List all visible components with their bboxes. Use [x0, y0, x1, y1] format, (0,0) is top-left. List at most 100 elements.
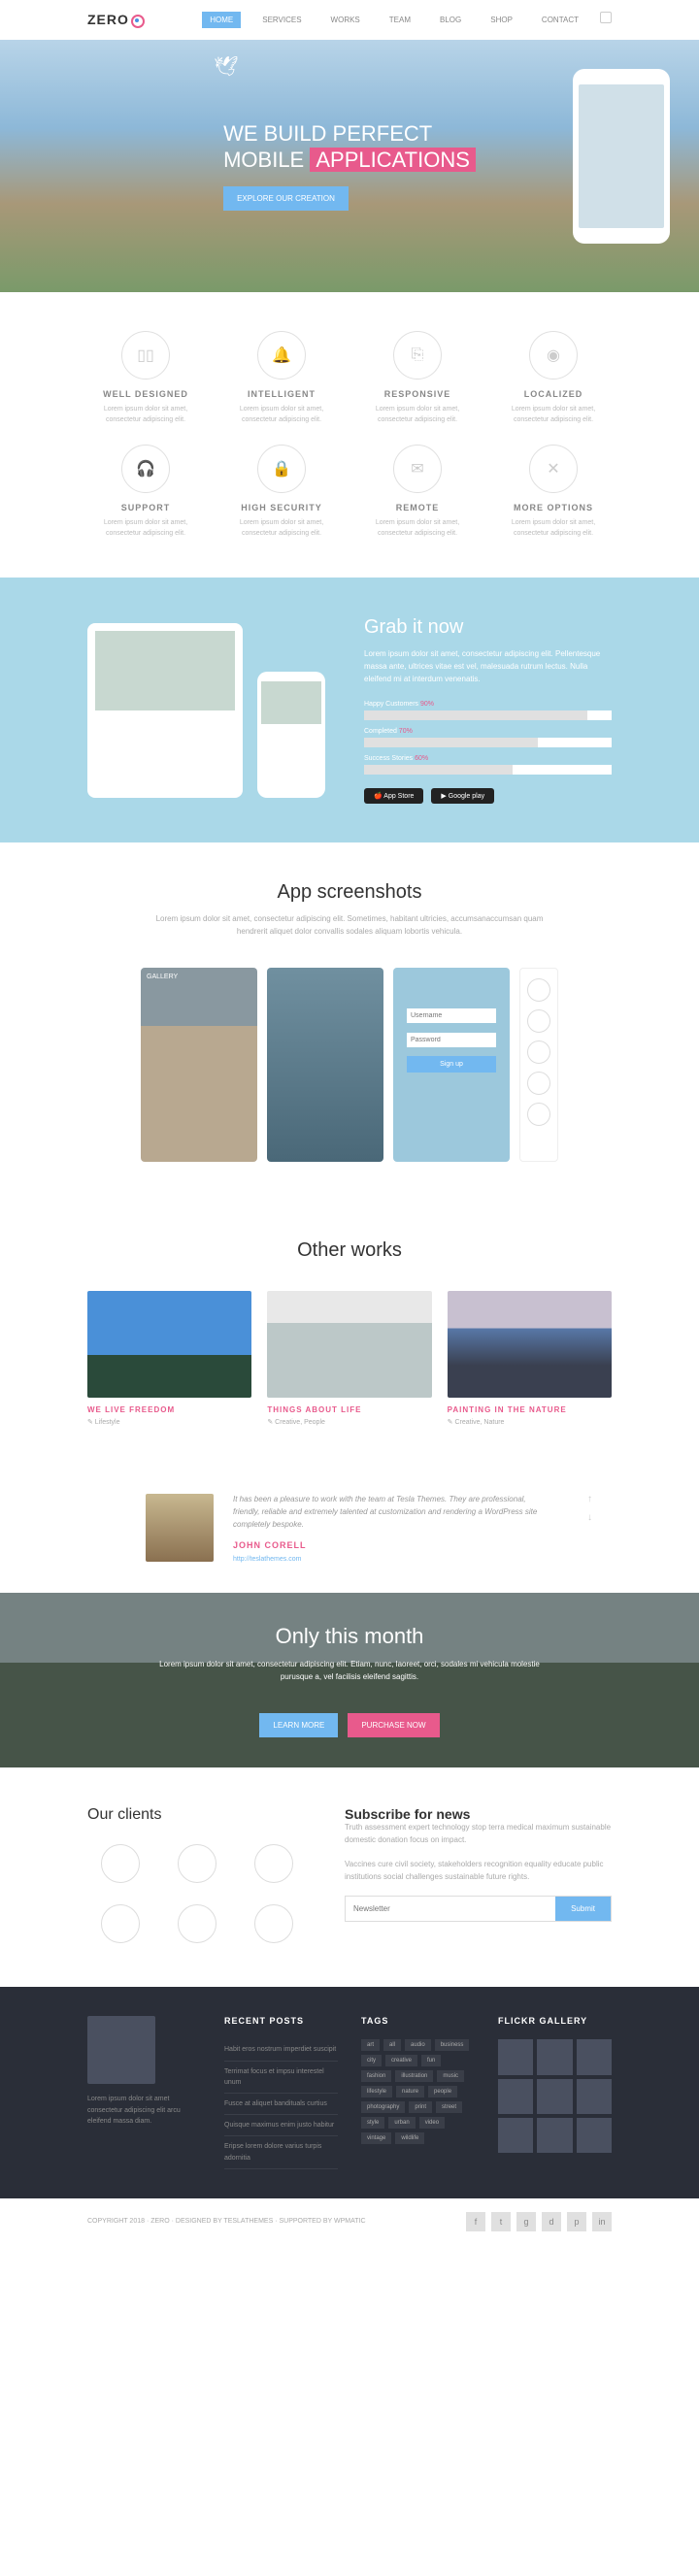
hero-section: 🕊 WE BUILD PERFECT MOBILE APPLICATIONS E…: [0, 40, 699, 292]
flickr-img-0[interactable]: [498, 2039, 533, 2074]
logo[interactable]: ZERO: [87, 12, 145, 27]
features-section: ▯▯ WELL DESIGNED Lorem ipsum dolor sit a…: [0, 292, 699, 578]
hero-cta-button[interactable]: EXPLORE OUR CREATION: [223, 186, 349, 211]
login-password[interactable]: [407, 1033, 496, 1047]
tag-business[interactable]: business: [435, 2039, 470, 2051]
feature-desc-6: Lorem ipsum dolor sit amet, consectetur …: [359, 518, 476, 539]
recent-post-2[interactable]: Fusce at aliquet bandituals curtius: [224, 2094, 338, 2115]
nav-shop[interactable]: SHOP: [483, 12, 520, 28]
tag-wildlife[interactable]: wildlife: [395, 2132, 424, 2144]
flickr-img-6[interactable]: [498, 2118, 533, 2153]
tag-people[interactable]: people: [428, 2086, 457, 2097]
client-logo-3: [87, 1899, 152, 1948]
tag-audio[interactable]: audio: [405, 2039, 431, 2051]
tag-city[interactable]: city: [361, 2055, 382, 2066]
feature-1: 🔔 INTELLIGENT Lorem ipsum dolor sit amet…: [223, 331, 340, 425]
app-store-button[interactable]: 🍎 App Store: [364, 788, 423, 804]
feature-6: ✉ REMOTE Lorem ipsum dolor sit amet, con…: [359, 445, 476, 539]
flickr-img-7[interactable]: [537, 2118, 572, 2153]
feature-title-0: WELL DESIGNED: [87, 389, 204, 399]
social-p[interactable]: p: [567, 2212, 586, 2231]
nav-home[interactable]: HOME: [202, 12, 241, 28]
feature-7: ✕ MORE OPTIONS Lorem ipsum dolor sit ame…: [495, 445, 612, 539]
testimonial-down-arrow[interactable]: ↓: [587, 1512, 592, 1523]
learn-more-button[interactable]: LEARN MORE: [259, 1713, 338, 1737]
recent-post-0[interactable]: Habit eros nostrum imperdiet suscipit: [224, 2039, 338, 2061]
testimonial-up-arrow[interactable]: ↑: [587, 1494, 592, 1504]
feature-title-7: MORE OPTIONS: [495, 503, 612, 512]
tag-art[interactable]: art: [361, 2039, 380, 2051]
work-0[interactable]: WE LIVE FREEDOM✎ Lifestyle: [87, 1291, 251, 1426]
progress-0: Happy Customers 90%: [364, 701, 612, 720]
tag-music[interactable]: music: [437, 2070, 464, 2082]
work-1[interactable]: THINGS ABOUT LIFE✎ Creative, People: [267, 1291, 431, 1426]
footer-avatar: [87, 2016, 155, 2084]
flickr-img-8[interactable]: [577, 2118, 612, 2153]
testimonial-avatar: [146, 1494, 214, 1562]
nav-blog[interactable]: BLOG: [432, 12, 469, 28]
nav-dot-4[interactable]: [527, 1072, 550, 1095]
tag-creative[interactable]: creative: [385, 2055, 417, 2066]
feature-title-5: HIGH SECURITY: [223, 503, 340, 512]
nav-contact[interactable]: CONTACT: [534, 12, 586, 28]
recent-post-1[interactable]: Terrimat focus et impsu interestel unum: [224, 2062, 338, 2094]
newsletter-submit[interactable]: Submit: [555, 1897, 611, 1921]
cart-icon[interactable]: [600, 12, 612, 23]
bottom-bar: COPYRIGHT 2018 · ZERO · DESIGNED BY TESL…: [0, 2198, 699, 2245]
tag-urban[interactable]: urban: [388, 2117, 415, 2129]
feature-desc-0: Lorem ipsum dolor sit amet, consectetur …: [87, 405, 204, 425]
testimonial-name: JOHN CORELL: [233, 1540, 553, 1550]
cta-title: Only this month: [155, 1624, 544, 1649]
flickr-img-1[interactable]: [537, 2039, 572, 2074]
testimonial-section: It has been a pleasure to work with the …: [0, 1465, 699, 1593]
tag-fun[interactable]: fun: [421, 2055, 441, 2066]
tag-fashion[interactable]: fashion: [361, 2070, 391, 2082]
feature-title-3: LOCALIZED: [495, 389, 612, 399]
client-logo-0: [87, 1839, 152, 1888]
nav-dot-5[interactable]: [527, 1103, 550, 1126]
flickr-img-3[interactable]: [498, 2079, 533, 2114]
screenshot-2[interactable]: [267, 968, 383, 1162]
tag-vintage[interactable]: vintage: [361, 2132, 391, 2144]
main-nav: HOME SERVICES WORKS TEAM BLOG SHOP CONTA…: [202, 12, 612, 28]
phone-mockup: [573, 69, 670, 244]
flickr-img-5[interactable]: [577, 2079, 612, 2114]
nav-team[interactable]: TEAM: [382, 12, 418, 28]
nav-works[interactable]: WORKS: [323, 12, 368, 28]
tag-all[interactable]: all: [383, 2039, 401, 2051]
tag-print[interactable]: print: [409, 2101, 432, 2113]
nav-dot-1[interactable]: [527, 978, 550, 1002]
screenshots-section: App screenshots Lorem ipsum dolor sit am…: [0, 842, 699, 1201]
flickr-img-4[interactable]: [537, 2079, 572, 2114]
social-t[interactable]: t: [491, 2212, 511, 2231]
recent-post-3[interactable]: Quisque maximus enim justo habitur: [224, 2115, 338, 2136]
google-play-button[interactable]: ▶ Google play: [431, 788, 494, 804]
tag-video[interactable]: video: [419, 2117, 445, 2129]
tag-photography[interactable]: photography: [361, 2101, 405, 2113]
screenshot-3[interactable]: Sign up: [393, 968, 510, 1162]
tag-style[interactable]: style: [361, 2117, 384, 2129]
nav-dot-3[interactable]: [527, 1040, 550, 1064]
feature-title-6: REMOTE: [359, 503, 476, 512]
social-d[interactable]: d: [542, 2212, 561, 2231]
recent-post-4[interactable]: Eripse lorem dolore varius turpis adorni…: [224, 2136, 338, 2168]
tag-street[interactable]: street: [436, 2101, 462, 2113]
tag-nature[interactable]: nature: [396, 2086, 424, 2097]
tag-illustration[interactable]: illustration: [395, 2070, 433, 2082]
signup-button[interactable]: Sign up: [407, 1056, 496, 1073]
tag-lifestyle[interactable]: lifestyle: [361, 2086, 392, 2097]
purchase-button[interactable]: PURCHASE NOW: [348, 1713, 439, 1737]
testimonial-link[interactable]: http://teslathemes.com: [233, 1556, 301, 1563]
social-in[interactable]: in: [592, 2212, 612, 2231]
feature-3: ◉ LOCALIZED Lorem ipsum dolor sit amet, …: [495, 331, 612, 425]
login-username[interactable]: [407, 1008, 496, 1023]
work-2[interactable]: PAINTING IN THE NATURE✎ Creative, Nature: [448, 1291, 612, 1426]
flickr-img-2[interactable]: [577, 2039, 612, 2074]
social-g[interactable]: g: [516, 2212, 536, 2231]
feature-icon-2: ⎘: [393, 331, 442, 380]
social-f[interactable]: f: [466, 2212, 485, 2231]
newsletter-input[interactable]: [346, 1897, 555, 1921]
nav-services[interactable]: SERVICES: [254, 12, 309, 28]
screenshot-1[interactable]: GALLERY: [141, 968, 257, 1162]
nav-dot-2[interactable]: [527, 1009, 550, 1033]
